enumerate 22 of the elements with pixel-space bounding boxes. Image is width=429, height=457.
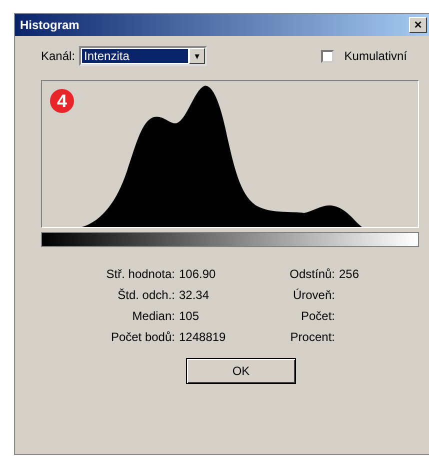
cumulative-label: Kumulativní	[344, 49, 407, 63]
close-button[interactable]: ×	[409, 17, 427, 33]
dropdown-button[interactable]: ▼	[189, 48, 206, 64]
stat-label: Štd. odch.:	[116, 288, 175, 302]
channel-label: Kanál:	[41, 49, 76, 63]
channel-dropdown[interactable]: Intenzita ▼	[79, 46, 208, 66]
stat-value: 106.90	[179, 267, 217, 281]
callout-badge: 4	[50, 89, 74, 113]
stat-label: Median:	[131, 309, 175, 323]
stat-value: 32.34	[179, 288, 210, 302]
stat-label: Úroveň:	[292, 288, 335, 302]
window-title: Histogram	[20, 18, 80, 32]
stat-label: Stř. hodnota:	[105, 267, 175, 281]
ok-button[interactable]: OK	[186, 358, 296, 384]
stat-value: 256	[339, 267, 360, 281]
stat-label: Počet:	[300, 309, 335, 323]
stat-label: Počet bodů:	[110, 330, 175, 344]
stat-label: Odstínů:	[288, 267, 335, 281]
stat-value: 1248819	[179, 330, 227, 344]
cumulative-checkbox[interactable]	[321, 50, 334, 62]
stat-value: 105	[179, 309, 200, 323]
stat-label: Procent:	[289, 330, 335, 344]
